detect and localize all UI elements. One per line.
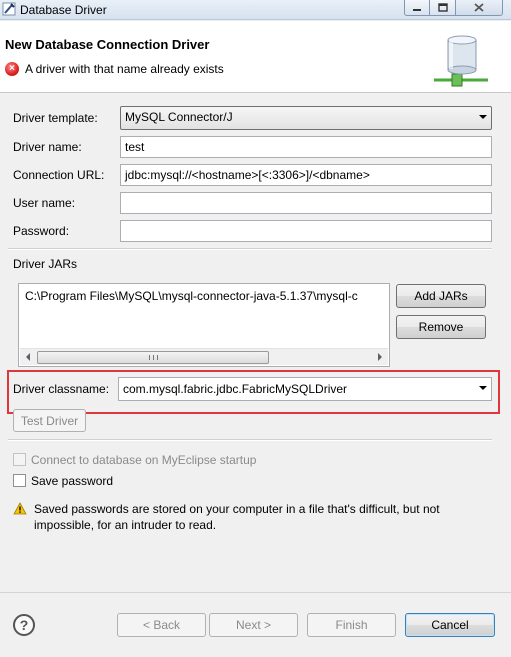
driver-classname-select[interactable]: com.mysql.fabric.jdbc.FabricMySQLDriver — [118, 377, 492, 401]
separator — [8, 248, 492, 250]
horizontal-scrollbar[interactable] — [20, 348, 388, 365]
database-driver-icon — [434, 35, 488, 87]
warning-icon — [13, 502, 27, 515]
chevron-down-icon — [479, 386, 487, 390]
grip-icon — [149, 355, 158, 360]
driver-classname-label: Driver classname: — [13, 382, 110, 396]
save-password-checkbox[interactable] — [13, 474, 26, 487]
remove-button[interactable]: Remove — [396, 315, 486, 339]
minimize-icon — [413, 8, 421, 11]
connection-url-label: Connection URL: — [13, 168, 105, 182]
separator — [8, 439, 492, 441]
footer-separator — [0, 592, 511, 593]
error-icon: × — [5, 62, 19, 76]
next-button[interactable]: Next > — [209, 613, 298, 637]
driver-name-label: Driver name: — [13, 140, 82, 154]
error-message: A driver with that name already exists — [25, 62, 224, 76]
window-title: Database Driver — [20, 3, 107, 17]
list-item[interactable]: C:\Program Files\MySQL\mysql-connector-j… — [22, 287, 388, 305]
close-button[interactable] — [456, 0, 503, 16]
password-label: Password: — [13, 224, 70, 238]
help-icon[interactable]: ? — [13, 614, 35, 636]
connect-on-startup-label: Connect to database on MyEclipse startup — [31, 453, 257, 467]
minimize-button[interactable] — [404, 0, 430, 16]
cancel-button[interactable]: Cancel — [405, 613, 495, 637]
maximize-button[interactable] — [430, 0, 456, 16]
user-name-label: User name: — [13, 196, 76, 210]
scroll-right-icon[interactable] — [378, 353, 382, 361]
password-warning-text: Saved passwords are stored on your compu… — [34, 502, 440, 532]
finish-button[interactable]: Finish — [307, 613, 396, 637]
test-driver-button[interactable]: Test Driver — [13, 409, 86, 432]
connect-on-startup-checkbox[interactable] — [13, 453, 26, 466]
app-icon — [2, 2, 16, 16]
driver-template-select[interactable]: MySQL Connector/J — [120, 106, 492, 130]
save-password-label: Save password — [31, 474, 114, 488]
scrollbar-thumb[interactable] — [37, 351, 269, 364]
chevron-down-icon — [479, 115, 487, 119]
connection-url-input[interactable]: jdbc:mysql://<hostname>[<:3306>]/<dbname… — [120, 164, 492, 186]
password-input[interactable] — [120, 220, 492, 242]
driver-jars-list[interactable]: C:\Program Files\MySQL\mysql-connector-j… — [18, 283, 390, 367]
page-title: New Database Connection Driver — [5, 37, 210, 52]
driver-template-label: Driver template: — [13, 111, 98, 125]
maximize-icon — [437, 3, 448, 12]
driver-template-value: MySQL Connector/J — [125, 110, 233, 124]
back-button[interactable]: < Back — [117, 613, 206, 637]
add-jars-button[interactable]: Add JARs — [396, 284, 486, 308]
close-icon — [474, 3, 484, 12]
driver-classname-value: com.mysql.fabric.jdbc.FabricMySQLDriver — [123, 382, 348, 396]
driver-jars-label: Driver JARs — [13, 257, 78, 271]
driver-name-input[interactable]: test — [120, 136, 492, 158]
user-name-input[interactable] — [120, 192, 492, 214]
scroll-left-icon[interactable] — [26, 353, 30, 361]
